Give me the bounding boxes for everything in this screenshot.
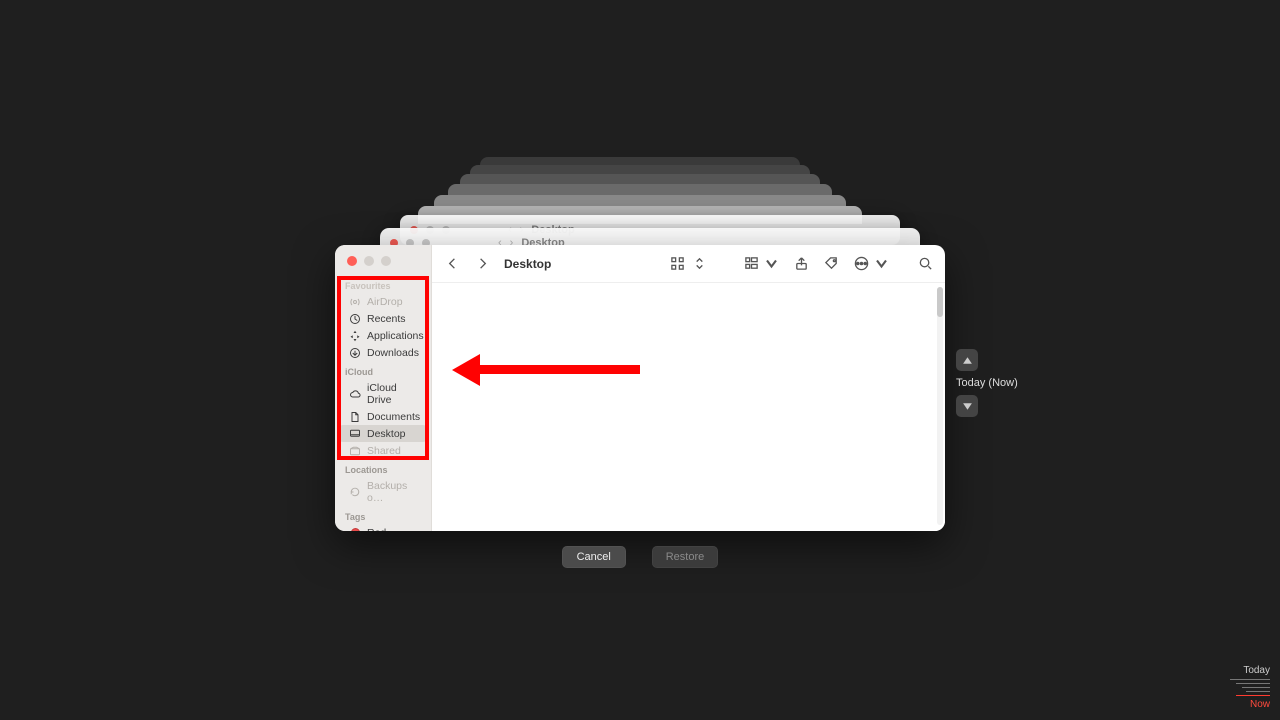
finder-content-area[interactable]: [432, 283, 945, 531]
sidebar-item-downloads[interactable]: Downloads: [339, 344, 427, 361]
apps-icon: [349, 330, 361, 342]
sidebar-item-label: Red: [367, 527, 386, 532]
sidebar-heading: iCloud: [335, 361, 431, 379]
sidebar-item-label: Backups o…: [367, 480, 421, 504]
doc-icon: [349, 411, 361, 423]
sidebar-item-label: Shared: [367, 445, 401, 457]
tag-red-icon: [349, 527, 361, 532]
sidebar-item-documents[interactable]: Documents: [339, 408, 427, 425]
share-icon[interactable]: [793, 256, 809, 272]
window-controls[interactable]: [347, 256, 391, 266]
tm-snapshot-label: Today (Now): [956, 377, 1046, 389]
sidebar-item-label: Recents: [367, 313, 406, 325]
cancel-button[interactable]: Cancel: [562, 546, 626, 568]
sidebar-item-label: AirDrop: [367, 296, 403, 308]
tm-prev-button[interactable]: [956, 349, 978, 371]
sidebar-item-red[interactable]: Red: [339, 524, 427, 531]
window-title: Desktop: [504, 257, 551, 271]
sidebar-item-backups-o-[interactable]: Backups o…: [339, 477, 427, 506]
sidebar-item-airdrop[interactable]: AirDrop: [339, 293, 427, 310]
timemachine-icon: [349, 486, 361, 498]
close-button[interactable]: [347, 256, 357, 266]
sidebar-item-shared[interactable]: Shared: [339, 442, 427, 459]
zoom-button[interactable]: [381, 256, 391, 266]
group-icon[interactable]: [743, 256, 759, 272]
chevron-down-icon[interactable]: [873, 256, 889, 272]
tm-next-button[interactable]: [956, 395, 978, 417]
sidebar-item-icloud-drive[interactable]: iCloud Drive: [339, 379, 427, 408]
sidebar-item-recents[interactable]: Recents: [339, 310, 427, 327]
sidebar-heading: Favourites: [335, 275, 431, 293]
finder-sidebar: Favourites AirDrop Recents Applications Down…: [335, 245, 432, 531]
sidebar-heading: Tags: [335, 506, 431, 524]
finder-window: Favourites AirDrop Recents Applications Down…: [335, 245, 945, 531]
download-icon: [349, 347, 361, 359]
sidebar-item-desktop[interactable]: Desktop: [339, 425, 427, 442]
tm-timeline[interactable]: Today Now: [1214, 665, 1270, 710]
minimize-button[interactable]: [364, 256, 374, 266]
sidebar-heading: Locations: [335, 459, 431, 477]
sidebar-item-applications[interactable]: Applications: [339, 327, 427, 344]
timeline-label-now: Now: [1214, 699, 1270, 710]
cloud-icon: [349, 388, 361, 400]
sidebar-item-label: Applications: [367, 330, 424, 342]
restore-button: Restore: [652, 546, 719, 568]
sidebar-item-label: Desktop: [367, 428, 406, 440]
chevron-updown-icon[interactable]: [691, 256, 707, 272]
timeline-label-today: Today: [1214, 665, 1270, 676]
forward-button[interactable]: [474, 256, 490, 272]
sidebar-item-label: Downloads: [367, 347, 419, 359]
search-icon[interactable]: [917, 256, 933, 272]
clock-icon: [349, 313, 361, 325]
sidebar-item-label: iCloud Drive: [367, 382, 421, 406]
back-button[interactable]: [444, 256, 460, 272]
view-icon-grid[interactable]: [669, 256, 685, 272]
scrollbar[interactable]: [937, 287, 943, 525]
tag-icon[interactable]: [823, 256, 839, 272]
action-icon[interactable]: [853, 256, 869, 272]
sidebar-item-label: Documents: [367, 411, 420, 423]
airdrop-icon: [349, 296, 361, 308]
shared-icon: [349, 445, 361, 457]
desktop-icon: [349, 428, 361, 440]
chevron-down-icon[interactable]: [763, 256, 779, 272]
finder-toolbar: Desktop: [432, 245, 945, 283]
